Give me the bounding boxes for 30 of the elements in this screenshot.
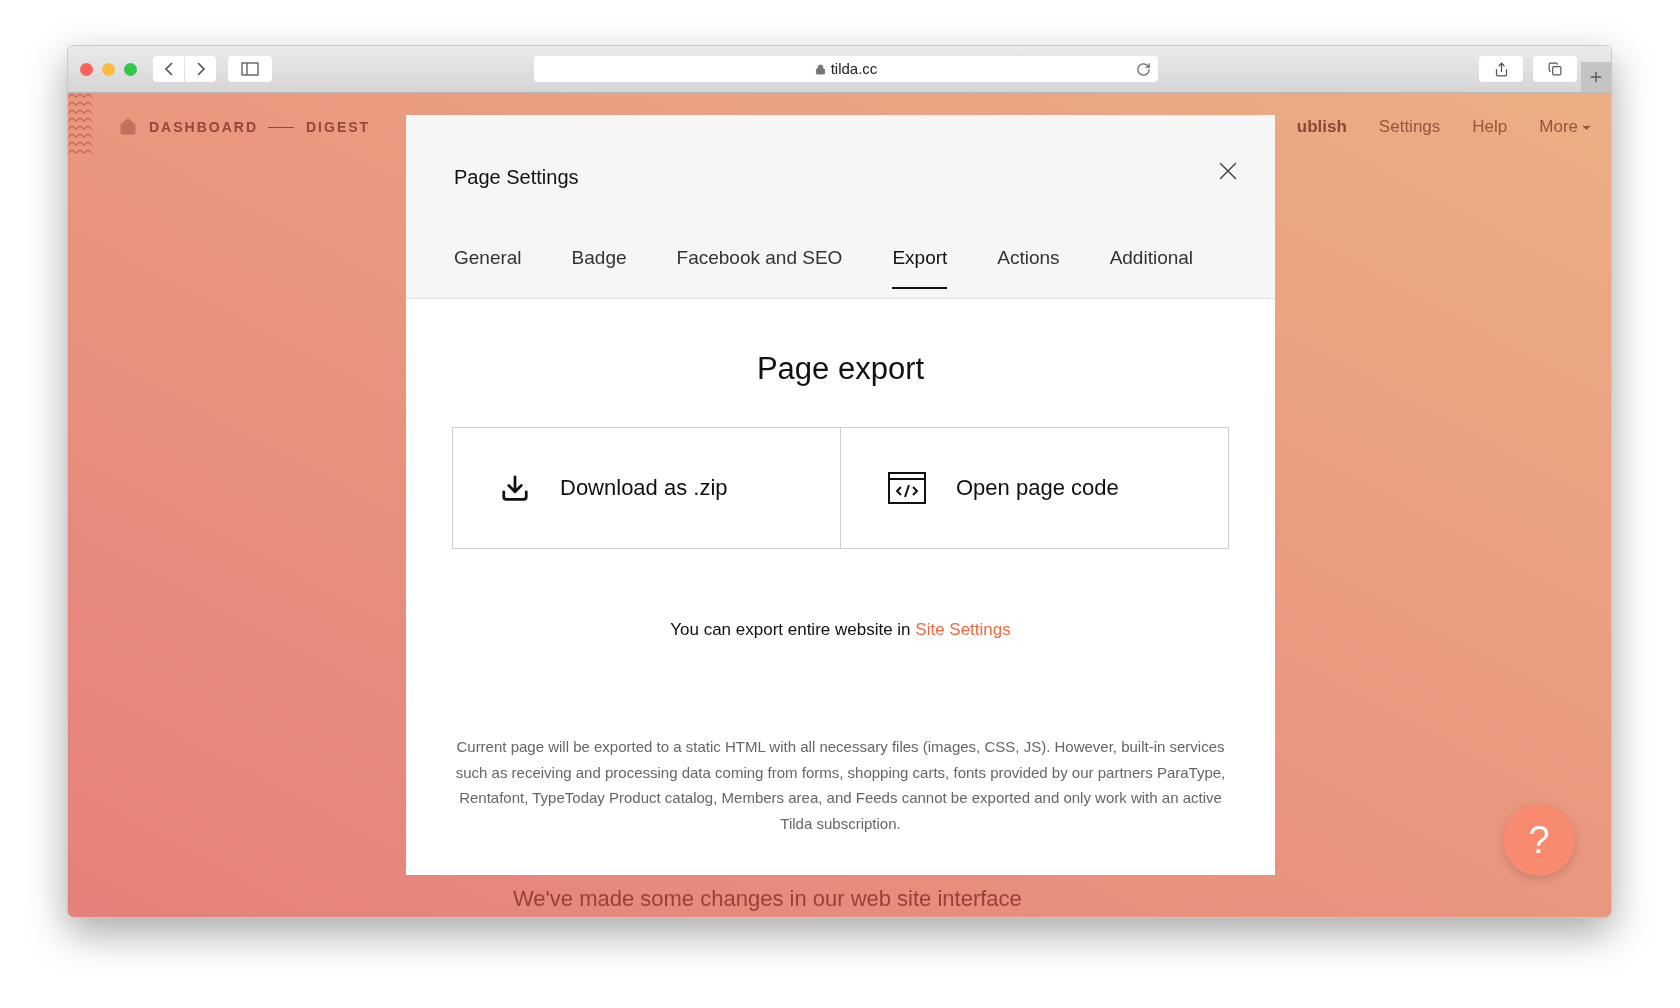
sidebar-icon [241, 62, 259, 76]
settings-tab[interactable]: General [454, 244, 522, 289]
settings-tab[interactable]: Actions [997, 244, 1060, 289]
tabs-icon [1548, 62, 1562, 76]
zoom-window-icon[interactable] [124, 62, 137, 76]
settings-tab[interactable]: Export [892, 244, 948, 289]
settings-tab[interactable]: Additional [1109, 244, 1194, 289]
reload-icon[interactable] [1136, 61, 1151, 77]
share-icon [1493, 61, 1509, 77]
sidebar-toggle-button[interactable] [228, 56, 272, 82]
plus-icon [1588, 69, 1604, 85]
url-text: tilda.cc [830, 58, 878, 79]
settings-tab[interactable]: Facebook and SEO [676, 244, 843, 289]
background-text: We've made some changes in our web site interface [513, 885, 1022, 913]
lock-icon [814, 63, 826, 75]
section-heading: Page export [756, 350, 925, 388]
modal-title: Page Settings [454, 165, 580, 190]
share-button[interactable] [1479, 56, 1523, 82]
back-button[interactable] [153, 56, 184, 82]
export-note: You can export entire website in Site Settings [670, 618, 1011, 641]
export-description: Current page will be exported to a static HTML with all necessary files (images, CSS, JS). However, built-in services such as receiving and processing data coming from forms, shopping carts, fonts provided by our partners ParaType, Rentafont, TypeToday Product catalog, Members area, and Feeds cannot be exported and only work with an active Tilda subscription. [454, 737, 1227, 834]
close-window-icon[interactable] [80, 62, 93, 76]
new-tab-button[interactable] [1581, 62, 1611, 92]
forward-icon [196, 62, 205, 76]
code-window-icon [888, 471, 926, 504]
address-bar[interactable]: tilda.cc [534, 56, 1158, 82]
settings-tab[interactable]: Badge [571, 244, 627, 289]
tabs-button[interactable] [1533, 56, 1577, 82]
forward-button[interactable] [185, 56, 216, 82]
back-icon [164, 62, 173, 76]
